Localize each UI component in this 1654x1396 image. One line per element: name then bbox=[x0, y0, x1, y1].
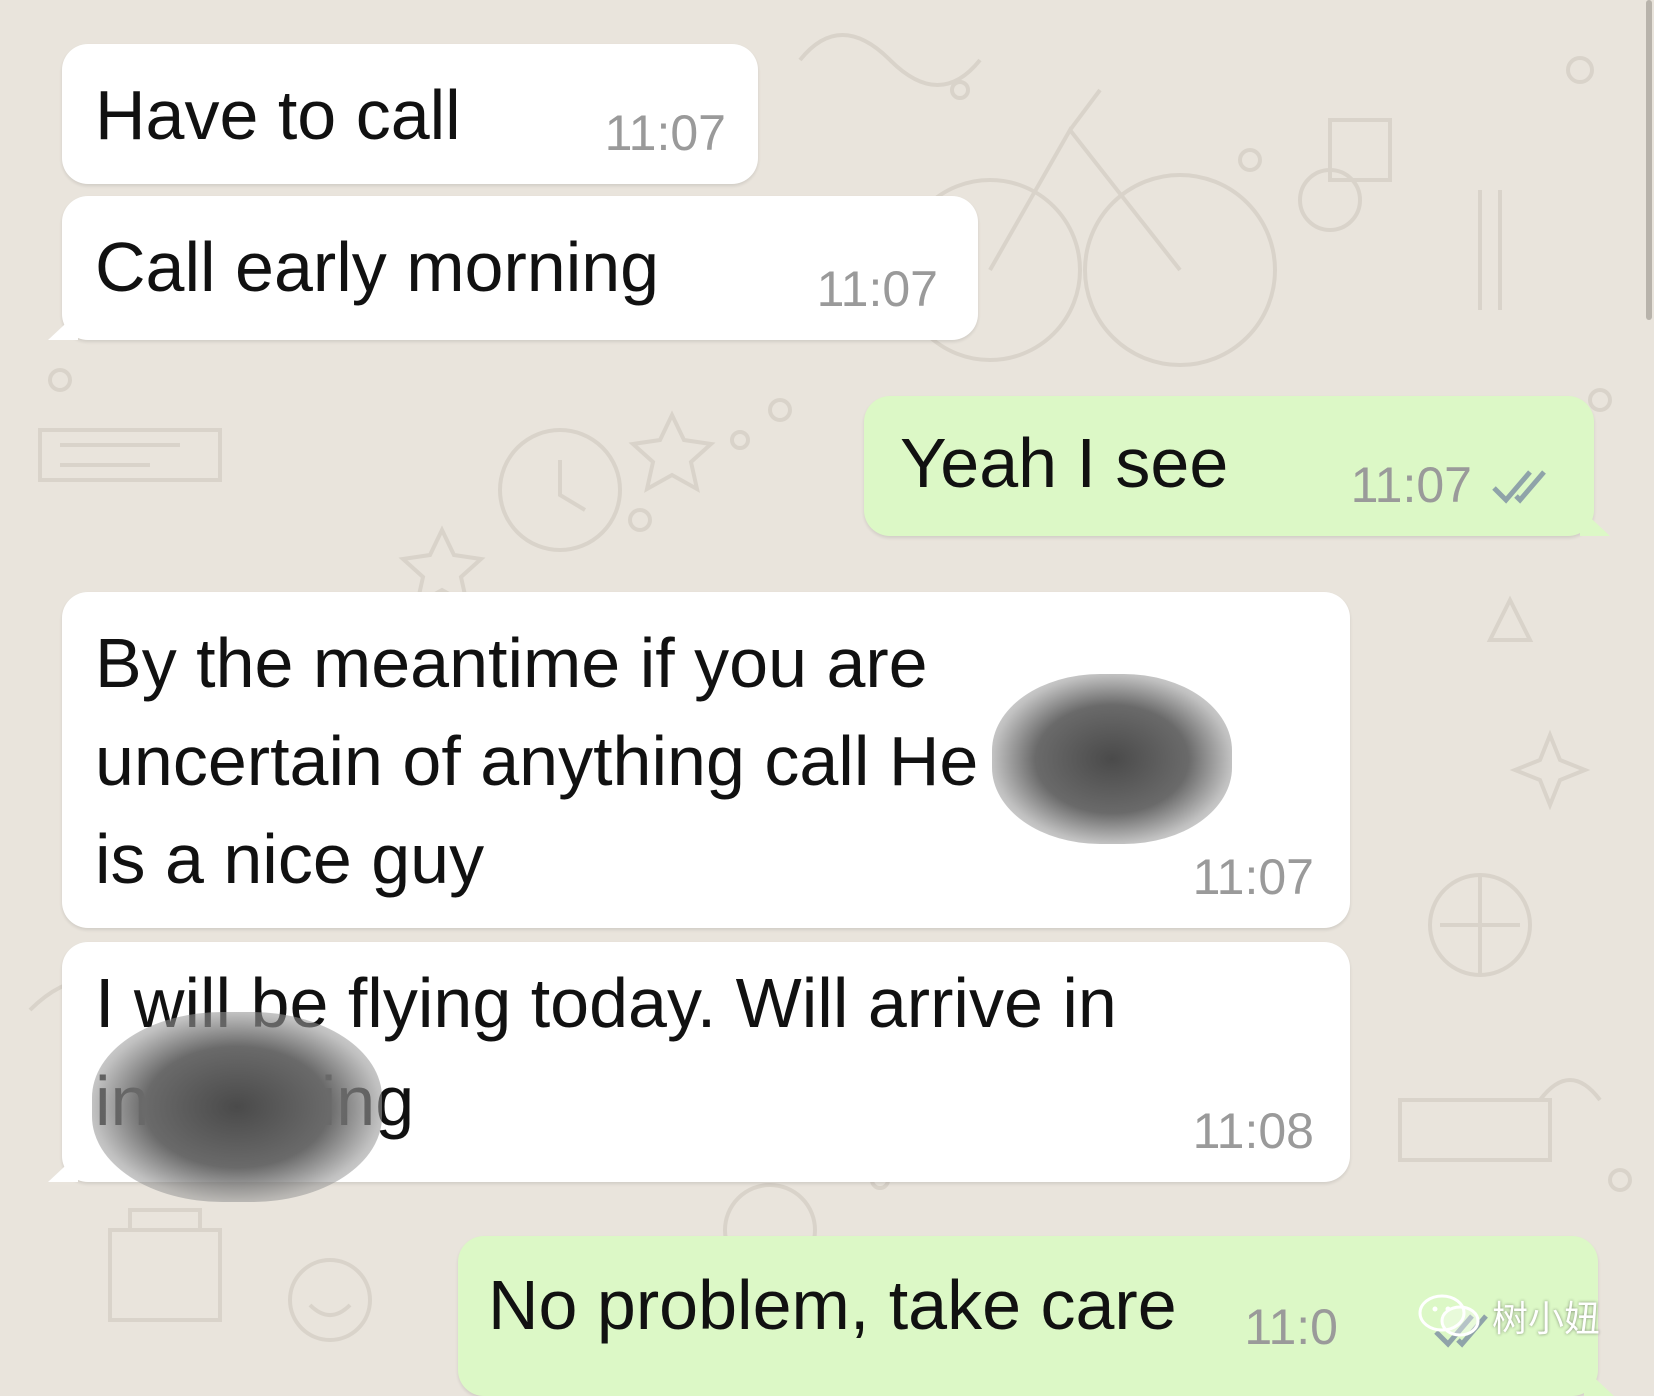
watermark: 树小妞 bbox=[1418, 1290, 1600, 1342]
double-check-icon bbox=[1492, 470, 1546, 504]
incoming-message-bubble[interactable]: By the meantime if you are uncertain of … bbox=[62, 592, 1350, 928]
message-timestamp: 11:07 bbox=[1192, 849, 1314, 905]
message-timestamp: 11:07 bbox=[1350, 457, 1472, 513]
message-timestamp: 11:07 bbox=[816, 261, 938, 317]
message-text: By the meantime if you are uncertain of … bbox=[95, 624, 979, 898]
message-timestamp: 11:0 bbox=[1244, 1299, 1338, 1355]
message-text: Yeah I see bbox=[900, 424, 1229, 502]
message-text: No problem, take care bbox=[488, 1266, 1177, 1344]
redaction-scribble bbox=[92, 1012, 382, 1202]
redaction-scribble bbox=[992, 674, 1232, 844]
incoming-message-bubble[interactable]: Have to call 11:07 bbox=[62, 44, 758, 184]
message-text: Have to call bbox=[95, 76, 461, 154]
incoming-message-bubble[interactable]: Call early morning 11:07 bbox=[48, 196, 978, 340]
message-timestamp: 11:07 bbox=[604, 105, 726, 161]
scrollbar[interactable] bbox=[1646, 0, 1652, 320]
outgoing-message-bubble[interactable]: Yeah I see 11:07 bbox=[864, 396, 1610, 536]
message-text: Call early morning bbox=[95, 228, 660, 306]
watermark-text: 树小妞 bbox=[1492, 1298, 1601, 1339]
wechat-icon bbox=[1418, 1294, 1480, 1337]
message-timestamp: 11:08 bbox=[1192, 1103, 1314, 1159]
incoming-message-bubble[interactable]: I will be flying today. Will arrive in i… bbox=[48, 942, 1350, 1202]
